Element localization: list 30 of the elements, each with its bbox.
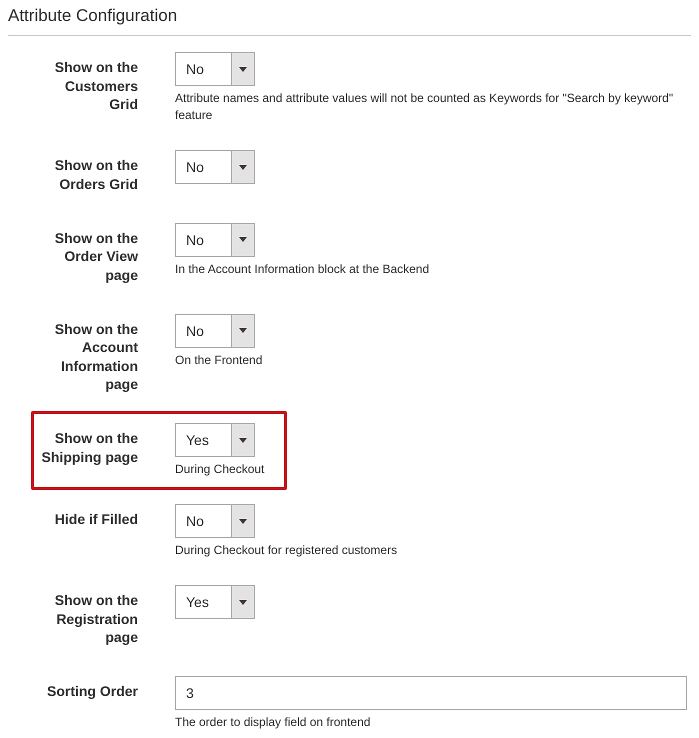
dropdown[interactable]: Yes bbox=[175, 423, 255, 457]
dropdown[interactable]: No bbox=[175, 52, 255, 86]
field-note: The order to display field on frontend bbox=[175, 714, 372, 731]
field-note: Attribute names and attribute values will not be counted as Keywords for "Search by keyword" feature bbox=[175, 90, 674, 124]
dropdown[interactable]: No bbox=[175, 314, 255, 348]
dropdown[interactable]: No bbox=[175, 222, 255, 256]
dropdown[interactable]: No bbox=[175, 504, 255, 538]
field-label: Sorting Order bbox=[46, 682, 138, 700]
field-label: Hide if Filled bbox=[54, 510, 138, 528]
field-label: Show on the Registration page bbox=[54, 591, 138, 646]
caret-icon bbox=[239, 328, 247, 333]
field-label: Show on the Order View page bbox=[54, 228, 138, 284]
caret-icon bbox=[239, 66, 247, 72]
field-note: During Checkout for registered customers bbox=[175, 542, 398, 559]
field-label: Show on the Customers Grid bbox=[54, 58, 138, 114]
caret-icon bbox=[239, 164, 247, 170]
caret-icon bbox=[239, 438, 247, 442]
field-note: On the Frontend bbox=[175, 352, 264, 368]
dropdown[interactable]: Yes bbox=[175, 585, 255, 619]
section-title: Attribute Configuration bbox=[8, 5, 178, 27]
caret-icon bbox=[239, 518, 247, 524]
field-label: Show on the Shipping page bbox=[40, 429, 138, 466]
field-label: Show on the Orders Grid bbox=[54, 156, 138, 193]
field-label: Show on the Account Information page bbox=[54, 320, 138, 394]
caret-icon bbox=[239, 600, 247, 604]
field-note: During Checkout bbox=[175, 461, 266, 478]
caret-icon bbox=[239, 237, 247, 242]
field-note: In the Account Information block at the Backend bbox=[175, 260, 430, 278]
dropdown[interactable]: No bbox=[175, 150, 255, 184]
input-field[interactable]: 3 bbox=[175, 676, 687, 710]
